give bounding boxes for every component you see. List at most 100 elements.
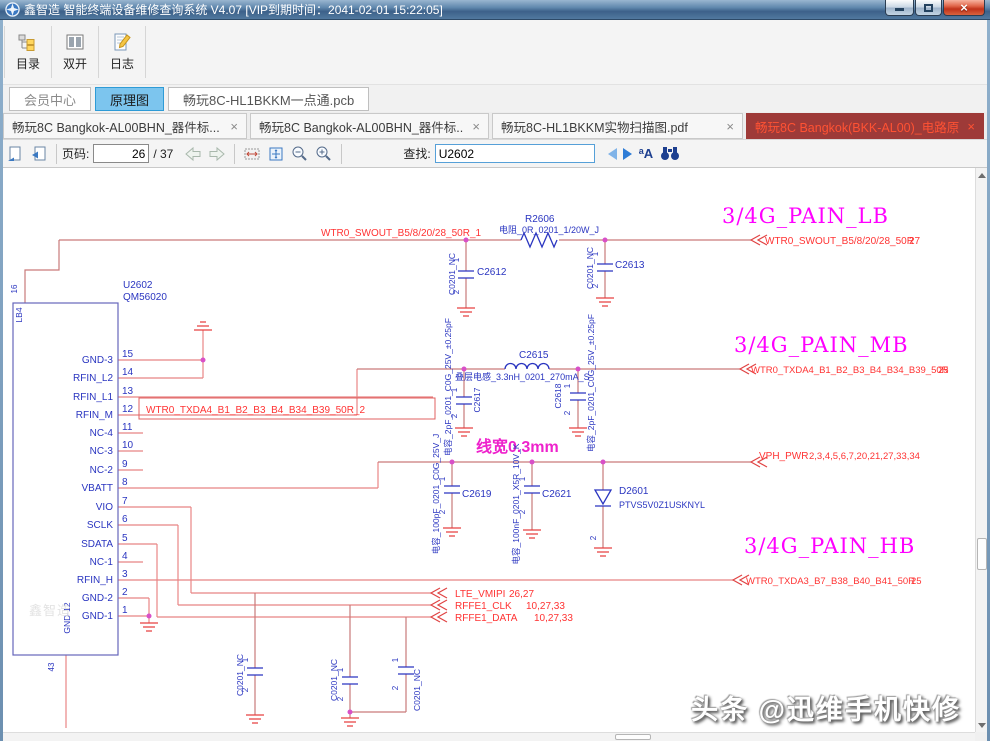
- off-page-connector-icons: [431, 235, 767, 622]
- doc-tab-4-active[interactable]: 畅玩8C Bangkok(BKK-AL00)_电路原 ... ×: [746, 113, 984, 139]
- chip-pin43-number: 43: [47, 662, 56, 671]
- svg-text:6: 6: [122, 514, 128, 525]
- vertical-scrollbar-thumb[interactable]: [977, 538, 987, 570]
- find-next-button[interactable]: [620, 148, 635, 160]
- scroll-down-button[interactable]: [976, 718, 988, 732]
- schematic-canvas[interactable]: 鑫智造: [3, 168, 975, 732]
- svg-text:2: 2: [438, 509, 447, 514]
- scroll-up-button[interactable]: [976, 168, 988, 182]
- chip-refdes: U2602: [123, 280, 153, 291]
- svg-text:2: 2: [241, 687, 250, 692]
- page-import-button[interactable]: [27, 145, 51, 163]
- svg-text:1: 1: [438, 476, 447, 481]
- svg-text:1: 1: [241, 657, 250, 662]
- watermark-text: 头条 @迅维手机快修: [691, 688, 961, 727]
- diode-d2601-symbol: [595, 490, 611, 506]
- svg-text:1: 1: [450, 387, 459, 392]
- svg-text:电容_100nF_0201_X5R_10V_K: 电容_100nF_0201_X5R_10V_K: [511, 443, 521, 564]
- svg-text:GND-1: GND-1: [82, 611, 114, 622]
- fit-page-button[interactable]: [264, 145, 288, 163]
- primary-tab-bar: 会员中心 原理图 畅玩8C-HL1BKKM一点通.pcb: [3, 85, 987, 112]
- svg-text:NC-2: NC-2: [90, 465, 114, 476]
- previous-page-button[interactable]: [181, 146, 205, 162]
- svg-text:C2618: C2618: [553, 383, 563, 408]
- doc-tab-1[interactable]: 畅玩8C Bangkok-AL00BHN_器件标... ×: [3, 113, 247, 139]
- tab-pcb-file[interactable]: 畅玩8C-HL1BKKM一点通.pcb: [168, 87, 369, 111]
- horizontal-scrollbar-thumb[interactable]: [615, 734, 651, 740]
- tab-schematic-label: 原理图: [110, 90, 149, 109]
- horizontal-scrollbar[interactable]: [3, 732, 975, 741]
- log-icon: [112, 32, 132, 52]
- scroll-down-icon: [978, 723, 986, 728]
- doc-tab-1-close-icon[interactable]: ×: [230, 120, 238, 133]
- maximize-button[interactable]: [915, 0, 942, 16]
- doc-tab-4-close-icon[interactable]: ×: [967, 120, 975, 133]
- svg-text:15: 15: [122, 349, 134, 360]
- match-case-button[interactable]: aA: [635, 146, 657, 161]
- dual-open-button-label: 双开: [63, 55, 87, 72]
- doc-tab-2[interactable]: 畅玩8C Bangkok-AL00BHN_器件标... ×: [250, 113, 489, 139]
- page-number-input[interactable]: [93, 144, 149, 163]
- search-all-button[interactable]: [657, 146, 683, 161]
- svg-text:VBATT: VBATT: [82, 483, 113, 494]
- page-number-label: 页码:: [62, 145, 89, 162]
- tab-member-center[interactable]: 会员中心: [9, 87, 91, 111]
- minimize-button[interactable]: [885, 0, 914, 16]
- r2606-refdes: R2606: [525, 214, 555, 225]
- capacitor-pin-digits: 1 2 1 2 1 2 1 2 1 2 1 2 2 1 2 1 2 1 2: [241, 251, 600, 701]
- svg-text:2: 2: [450, 413, 459, 418]
- svg-text:1: 1: [591, 251, 600, 256]
- svg-text:1: 1: [122, 605, 128, 616]
- log-button-label: 日志: [110, 55, 134, 72]
- net-txda3-pages: 25: [911, 576, 922, 587]
- binoculars-icon: [660, 146, 680, 161]
- svg-text:SCLK: SCLK: [87, 520, 113, 531]
- find-next-icon: [623, 148, 632, 160]
- svg-text:GND-2: GND-2: [82, 593, 114, 604]
- svg-text:2: 2: [589, 535, 598, 540]
- next-page-button[interactable]: [205, 146, 229, 162]
- directory-button[interactable]: 目录: [6, 24, 50, 80]
- svg-text:5: 5: [122, 533, 128, 544]
- doc-tab-2-close-icon[interactable]: ×: [472, 120, 480, 133]
- page-import-icon: [30, 145, 48, 163]
- svg-text:电容_100pF_0201_C0G_25V_J: 电容_100pF_0201_C0G_25V_J: [431, 434, 441, 555]
- doc-tab-3-close-icon[interactable]: ×: [726, 120, 734, 133]
- svg-text:2: 2: [591, 283, 600, 288]
- svg-text:12: 12: [122, 404, 134, 415]
- zoom-out-button[interactable]: [288, 145, 312, 163]
- svg-text:1: 1: [518, 476, 527, 481]
- tab-schematic[interactable]: 原理图: [95, 87, 164, 111]
- zoom-in-button[interactable]: [312, 145, 336, 163]
- c2621-refdes: C2621: [542, 489, 572, 500]
- app-window: 鑫智造 智能终端设备维修查询系统 V4.07 [VIP到期时间：2041-02-…: [0, 0, 990, 741]
- net-label-txda3: WTR0_TXDA3_B7_B38_B40_B41_50R: [746, 576, 915, 587]
- section-title-pain-mb: 3/4G_PAIN_MB: [734, 333, 909, 357]
- dual-open-button[interactable]: 双开: [53, 24, 97, 80]
- c2615-refdes: C2615: [519, 350, 549, 361]
- svg-text:RFIN_L1: RFIN_L1: [73, 392, 113, 403]
- svg-text:1: 1: [391, 657, 400, 662]
- svg-text:7: 7: [122, 496, 128, 507]
- svg-text:1: 1: [452, 257, 461, 262]
- forward-arrow-icon: [208, 146, 226, 162]
- find-previous-button[interactable]: [605, 148, 620, 160]
- find-input[interactable]: [435, 144, 595, 163]
- section-title-pain-lb: 3/4G_PAIN_LB: [722, 204, 889, 228]
- title-bar: 鑫智造 智能终端设备维修查询系统 V4.07 [VIP到期时间：2041-02-…: [0, 0, 990, 20]
- page-watermark-ghost: 鑫智造: [29, 600, 71, 619]
- svg-text:VIO: VIO: [96, 502, 113, 513]
- fit-width-button[interactable]: [240, 145, 264, 163]
- zoom-in-icon: [315, 145, 333, 163]
- close-button[interactable]: ×: [943, 0, 985, 16]
- chip-pin-names: GND-3 RFIN_L2 RFIN_L1 RFIN_M NC-4 NC-3 N…: [73, 355, 113, 622]
- junction-dots: [147, 238, 608, 715]
- page-export-button[interactable]: [3, 145, 27, 163]
- doc-tab-3[interactable]: 畅玩8C-HL1BKKM实物扫描图.pdf ×: [492, 113, 743, 139]
- zoom-out-icon: [291, 145, 309, 163]
- svg-text:2: 2: [518, 509, 527, 514]
- log-button[interactable]: 日志: [100, 24, 144, 80]
- vertical-scrollbar[interactable]: [975, 168, 987, 732]
- net-label-txda4-2: WTR0_TXDA4_B1_B2_B3_B4_B34_B39_50R_2: [146, 405, 365, 416]
- page-export-icon: [6, 145, 24, 163]
